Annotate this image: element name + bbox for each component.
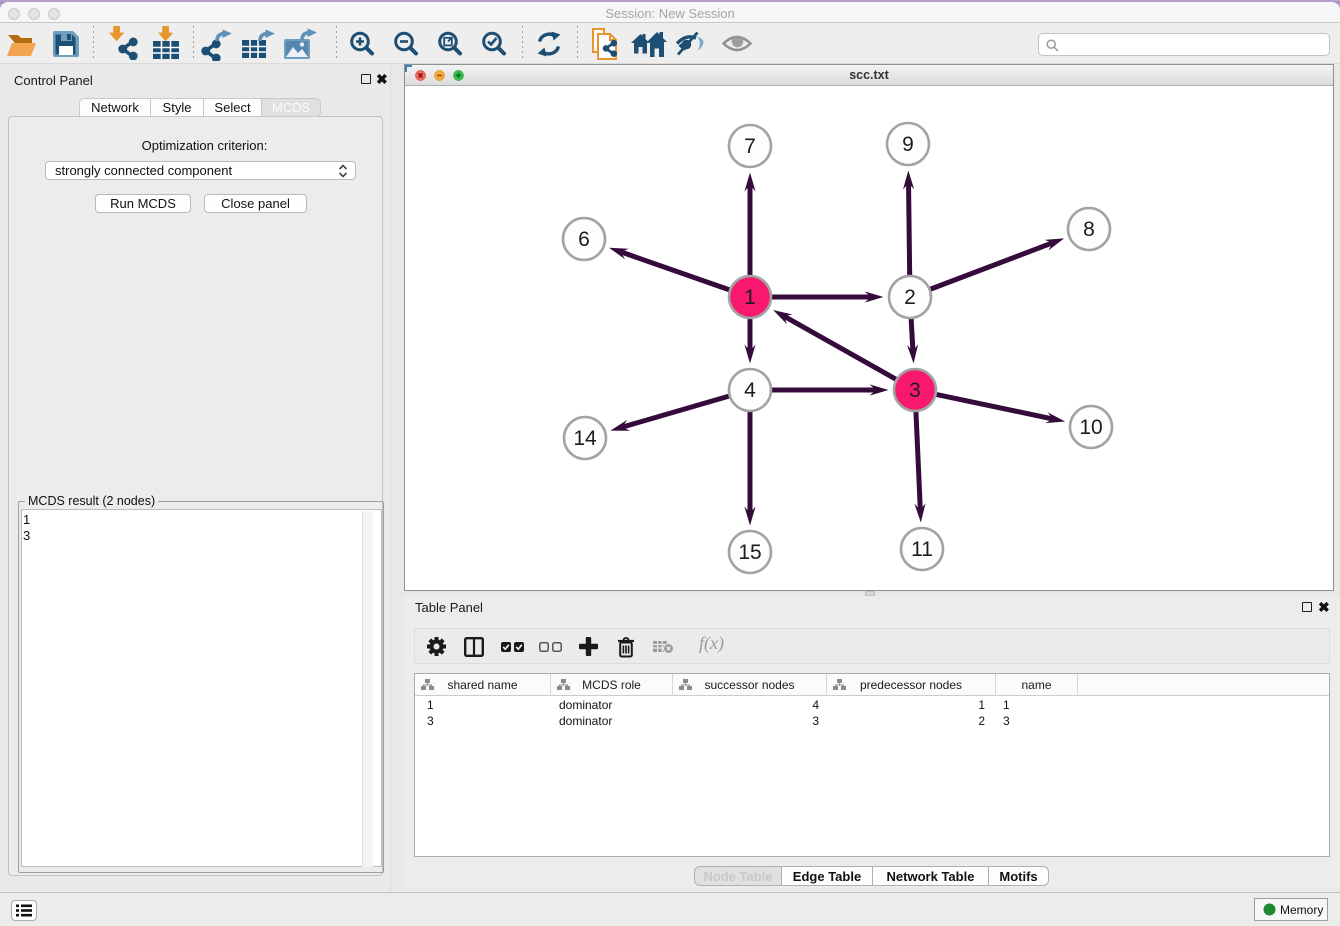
svg-text:9: 9 — [902, 133, 914, 156]
svg-text:4: 4 — [744, 379, 756, 402]
svg-text:11: 11 — [911, 538, 933, 561]
svg-text:6: 6 — [578, 228, 590, 251]
svg-text:7: 7 — [744, 135, 756, 158]
svg-text:14: 14 — [573, 427, 597, 450]
svg-text:1: 1 — [744, 286, 756, 309]
svg-text:3: 3 — [909, 379, 921, 402]
svg-text:10: 10 — [1079, 416, 1102, 439]
svg-text:8: 8 — [1083, 218, 1095, 241]
svg-text:15: 15 — [738, 541, 761, 564]
svg-text:2: 2 — [904, 286, 916, 309]
